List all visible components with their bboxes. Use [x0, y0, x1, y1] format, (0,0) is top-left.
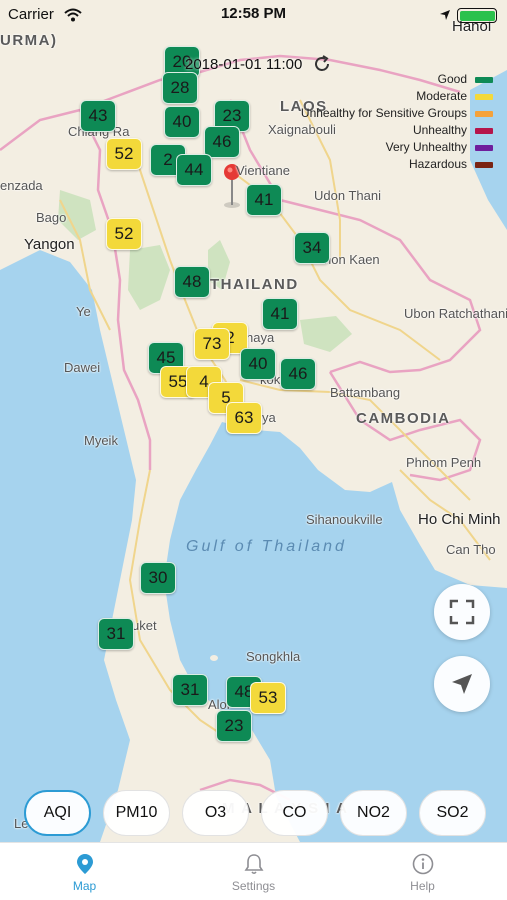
place-label-ubon: Ubon Ratchathani: [404, 306, 507, 321]
aqi-legend: Good Moderate Unhealthy for Sensitive Grou…: [293, 72, 493, 174]
legend-item: Unhealthy: [293, 123, 493, 138]
aqi-marker-good[interactable]: 48: [174, 266, 210, 298]
aqi-marker-moderate[interactable]: 52: [106, 218, 142, 250]
location-arrow-icon: [440, 10, 450, 20]
place-label-udon: Udon Thani: [314, 188, 381, 203]
tab-help[interactable]: Help: [338, 843, 507, 900]
place-label-battambang: Battambang: [330, 385, 401, 400]
legend-swatch: [475, 127, 493, 134]
place-label-songkhla: Songkhla: [246, 649, 301, 664]
aqi-marker-good[interactable]: 34: [294, 232, 330, 264]
place-label-vientiane: Vientiane: [236, 163, 290, 178]
aqi-marker-good[interactable]: 28: [162, 72, 198, 104]
aqi-marker-good[interactable]: 31: [172, 674, 208, 706]
place-label-gulf: Gulf of Thailand: [186, 538, 347, 555]
pollutant-selector: AQI PM10 O3 CO NO2 SO2: [24, 790, 486, 836]
pollutant-button-no2[interactable]: NO2: [340, 790, 407, 836]
map-pin-icon: [76, 854, 93, 874]
legend-swatch: [475, 76, 493, 83]
tab-map-label: Map: [72, 879, 97, 893]
pollutant-button-o3[interactable]: O3: [182, 790, 249, 836]
timestamp-label: 2018-01-01 11:00: [185, 55, 303, 73]
clock: 12:58 PM: [220, 5, 287, 22]
place-label-burma: URMA): [0, 32, 58, 49]
tab-bar: Map Settings Help: [0, 842, 507, 900]
place-label-sihanoukville: Sihanoukville: [306, 512, 383, 527]
place-label-bago: Bago: [36, 210, 67, 225]
expand-icon: [449, 599, 475, 625]
aqi-marker-good[interactable]: 30: [140, 562, 176, 594]
pollutant-button-pm10[interactable]: PM10: [103, 790, 170, 836]
aqi-marker-good[interactable]: 40: [240, 348, 276, 380]
refresh-icon[interactable]: [312, 54, 332, 74]
legend-swatch: [475, 144, 493, 151]
pollutant-button-so2[interactable]: SO2: [419, 790, 486, 836]
aqi-marker-good[interactable]: 44: [176, 154, 212, 186]
battery-icon: [457, 8, 497, 23]
legend-label: Unhealthy: [412, 123, 467, 137]
my-location-button[interactable]: [434, 656, 490, 712]
legend-label: Very Unhealthy: [385, 140, 467, 154]
aqi-marker-moderate[interactable]: 63: [226, 402, 262, 434]
aqi-marker-moderate[interactable]: 73: [194, 328, 230, 360]
legend-item: Hazardous: [293, 157, 493, 172]
place-label-yangon: Yangon: [24, 236, 75, 253]
legend-item: Unhealthy for Sensitive Groups: [293, 106, 493, 121]
legend-item: Good: [293, 72, 493, 87]
aqi-marker-good[interactable]: 43: [80, 100, 116, 132]
place-label-pattaya: ya: [262, 410, 276, 425]
legend-swatch: [475, 93, 493, 100]
legend-label: Unhealthy for Sensitive Groups: [300, 106, 467, 120]
aqi-marker-good[interactable]: 41: [262, 298, 298, 330]
status-bar: Carrier 12:58 PM: [0, 0, 507, 30]
aqi-marker-good[interactable]: 40: [164, 106, 200, 138]
aqi-marker-good[interactable]: 46: [204, 126, 240, 158]
tab-help-label: Help: [410, 879, 435, 893]
place-label-phnompenh: Phnom Penh: [406, 455, 482, 470]
place-label-ye: Ye: [76, 304, 91, 319]
place-label-phuket: uket: [132, 618, 157, 633]
aqi-marker-good[interactable]: 41: [246, 184, 282, 216]
legend-item: Moderate: [293, 89, 493, 104]
navigation-arrow-icon: [452, 674, 472, 694]
place-label-dawei: Dawei: [64, 360, 101, 375]
place-label-ayutthaya: haya: [246, 330, 275, 345]
legend-label: Moderate: [416, 89, 467, 103]
aqi-marker-good[interactable]: 23: [216, 710, 252, 742]
tab-map[interactable]: Map: [0, 843, 169, 900]
place-label-cambodia: CAMBODIA: [356, 410, 451, 427]
legend-label: Hazardous: [408, 157, 467, 171]
pollutant-button-co[interactable]: CO: [261, 790, 328, 836]
timestamp-bar: 2018-01-01 11:00: [185, 54, 332, 74]
bell-icon: [244, 854, 263, 875]
tab-settings-label: Settings: [231, 879, 276, 893]
aqi-marker-moderate[interactable]: 53: [250, 682, 286, 714]
pollutant-button-aqi[interactable]: AQI: [24, 790, 91, 836]
place-label-canthor: Can Tho: [446, 542, 496, 557]
place-label-khonkaen: hon Kaen: [324, 252, 380, 267]
legend-swatch: [475, 161, 493, 168]
place-label-enzada: enzada: [0, 178, 43, 193]
place-label-myeik: Myeik: [84, 433, 118, 448]
aqi-marker-good[interactable]: 46: [280, 358, 316, 390]
place-label-hochiminh: Ho Chi Minh: [418, 511, 501, 528]
legend-item: Very Unhealthy: [293, 140, 493, 155]
place-label-thailand: THAILAND: [210, 276, 299, 293]
legend-label: Good: [437, 72, 467, 86]
aqi-marker-good[interactable]: 31: [98, 618, 134, 650]
tab-settings[interactable]: Settings: [169, 843, 338, 900]
aqi-marker-moderate[interactable]: 52: [106, 138, 142, 170]
info-icon: [412, 853, 433, 875]
legend-swatch: [475, 110, 493, 117]
fullscreen-button[interactable]: [434, 584, 490, 640]
